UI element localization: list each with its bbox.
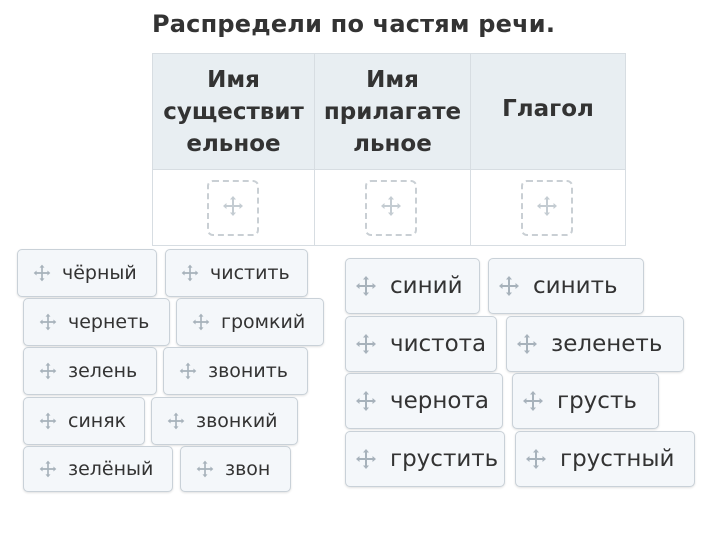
move-arrows-icon <box>354 389 378 413</box>
move-arrows-icon <box>524 447 548 471</box>
drop-slot-noun[interactable] <box>207 180 259 236</box>
header-line: Глагол <box>502 95 594 122</box>
word-card[interactable]: звонкий <box>151 397 298 445</box>
task-title: Распредели по частям речи. <box>152 10 556 38</box>
word-card-label: чернеть <box>68 311 150 333</box>
word-card-label: чистить <box>210 262 290 284</box>
column-adjective: Имя прилагате льное <box>314 54 470 245</box>
column-header-noun: Имя существит ельное <box>153 54 314 170</box>
word-card[interactable]: зелёный <box>23 446 173 492</box>
word-card-label: звонить <box>208 360 288 382</box>
word-card-label: грустить <box>390 446 499 472</box>
header-line: льное <box>353 130 432 157</box>
word-card-label: громкий <box>221 311 306 333</box>
header-line: прилагате <box>323 98 462 125</box>
move-arrows-icon <box>180 263 200 283</box>
word-card-label: синий <box>390 273 463 299</box>
move-arrows-icon <box>515 332 539 356</box>
move-arrows-icon <box>191 312 211 332</box>
word-card[interactable]: чёрный <box>17 249 157 297</box>
header-line: Имя <box>207 66 260 93</box>
drop-slot-adjective[interactable] <box>365 180 417 236</box>
word-card-label: звонкий <box>196 410 278 432</box>
word-card[interactable]: синий <box>345 258 480 314</box>
word-card-label: зелёный <box>68 458 154 480</box>
word-card[interactable]: чернеть <box>23 298 170 346</box>
word-card[interactable]: звонить <box>163 347 308 395</box>
move-arrows-icon <box>535 194 559 223</box>
word-card[interactable]: грустный <box>515 431 695 487</box>
move-arrows-icon <box>38 459 58 479</box>
header-line: Имя <box>366 66 419 93</box>
move-arrows-icon <box>38 312 58 332</box>
move-arrows-icon <box>32 263 52 283</box>
move-arrows-icon <box>38 411 58 431</box>
move-arrows-icon <box>379 194 403 223</box>
word-card-label: зеленеть <box>551 331 663 357</box>
move-arrows-icon <box>221 194 245 223</box>
move-arrows-icon <box>497 274 521 298</box>
column-verb: Глагол <box>470 54 625 245</box>
move-arrows-icon <box>38 361 58 381</box>
word-card[interactable]: чистить <box>165 249 308 297</box>
header-line: ельное <box>186 130 281 157</box>
word-card[interactable]: чистота <box>345 316 497 372</box>
word-card-label: чёрный <box>62 262 137 284</box>
word-card-label: чернота <box>390 388 489 414</box>
word-card-label: зелень <box>68 360 138 382</box>
word-card-label: звон <box>225 458 271 480</box>
word-card-label: синяк <box>68 410 127 432</box>
move-arrows-icon <box>354 274 378 298</box>
word-card[interactable]: звон <box>180 446 291 492</box>
word-card[interactable]: зелень <box>23 347 157 395</box>
word-card[interactable]: грусть <box>512 373 659 429</box>
move-arrows-icon <box>195 459 215 479</box>
word-card-label: синить <box>533 273 618 299</box>
move-arrows-icon <box>354 332 378 356</box>
word-card[interactable]: синить <box>488 258 644 314</box>
column-header-verb: Глагол <box>471 54 625 170</box>
word-card-label: грустный <box>560 446 675 472</box>
category-table: Имя существит ельное Имя прилагате льное <box>152 53 626 246</box>
column-noun: Имя существит ельное <box>153 54 314 245</box>
move-arrows-icon <box>521 389 545 413</box>
move-arrows-icon <box>166 411 186 431</box>
word-card[interactable]: грустить <box>345 431 505 487</box>
move-arrows-icon <box>354 447 378 471</box>
word-card[interactable]: чернота <box>345 373 503 429</box>
word-card-label: чистота <box>390 331 487 357</box>
header-line: существит <box>163 98 304 125</box>
word-card[interactable]: синяк <box>23 397 145 445</box>
word-card[interactable]: зеленеть <box>506 316 684 372</box>
word-card[interactable]: громкий <box>176 298 324 346</box>
column-header-adjective: Имя прилагате льное <box>315 54 470 170</box>
move-arrows-icon <box>178 361 198 381</box>
word-card-label: грусть <box>557 388 637 414</box>
drop-slot-verb[interactable] <box>521 180 573 236</box>
